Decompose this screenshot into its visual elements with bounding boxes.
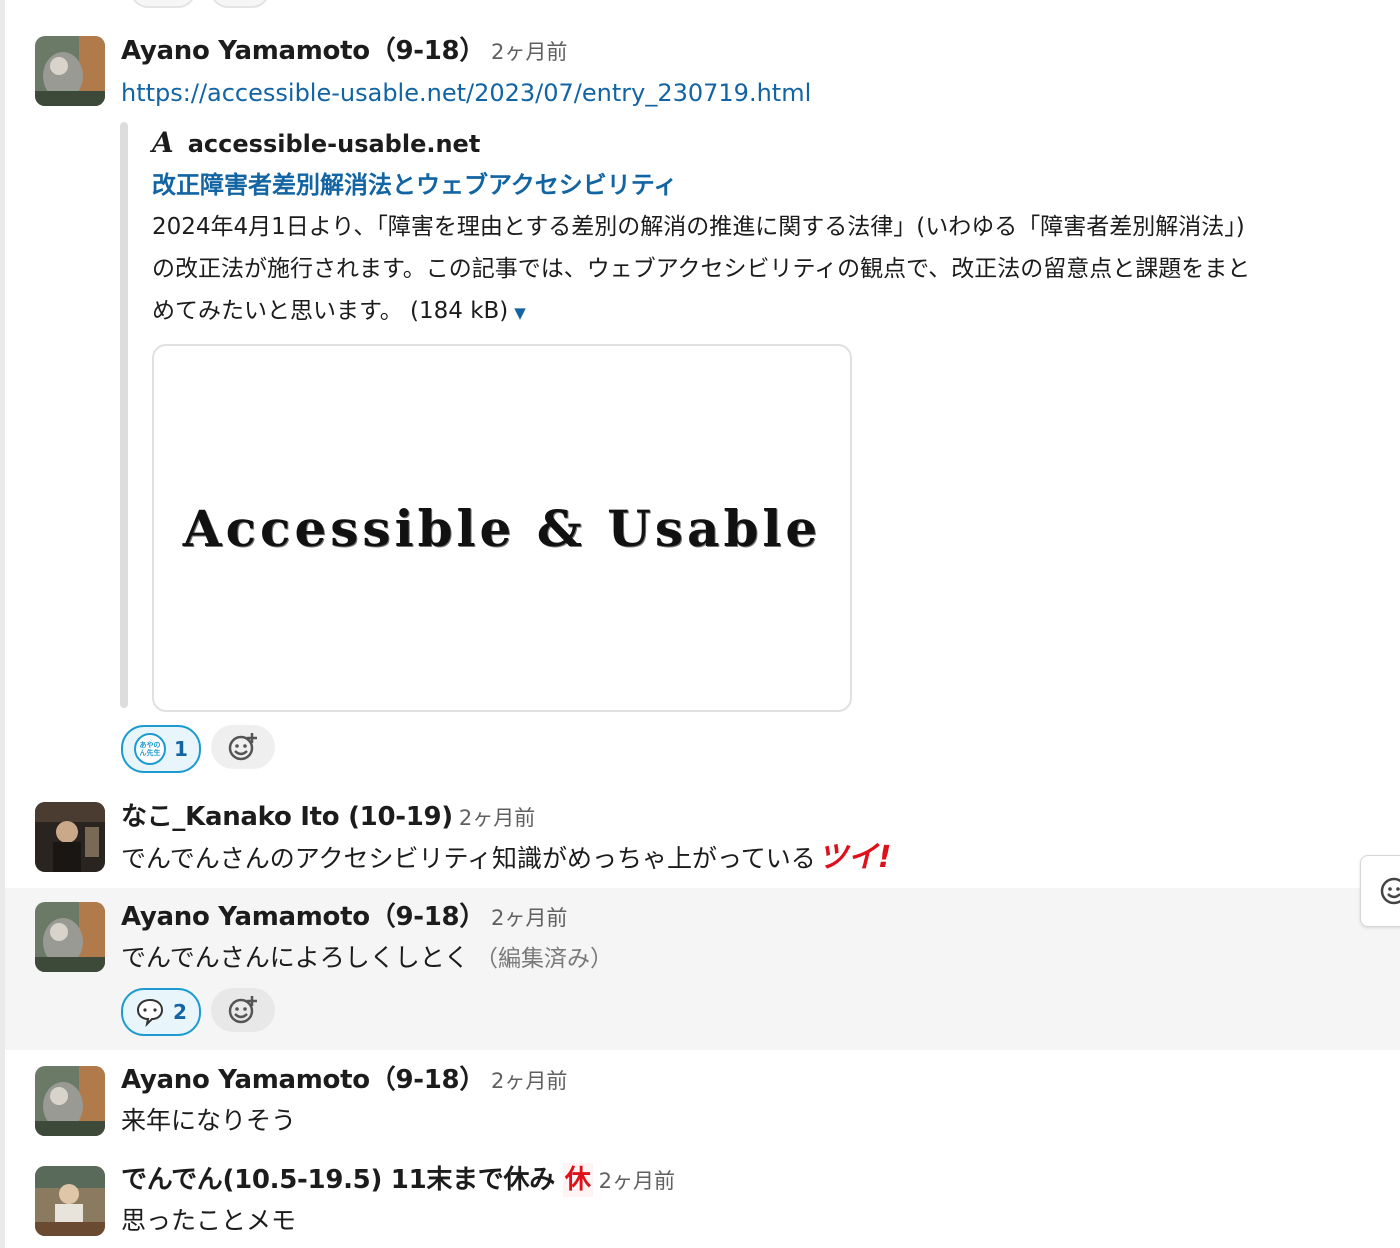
timestamp[interactable]: 2ヶ月前 (491, 1069, 567, 1093)
add-reaction-icon (228, 733, 257, 761)
author-name[interactable]: なこ_Kanako Ito (10-19) 2ヶ月前 (121, 800, 535, 835)
reaction-button[interactable]: あやのん先生 1 (121, 725, 201, 773)
message: Ayano Yamamoto（9-18） 2ヶ月前 でんでんさんによろしくしとく（… (5, 888, 1400, 1050)
reaction-count: 2 (173, 1000, 187, 1024)
previous-reaction[interactable] (130, 0, 196, 8)
unfurl-title[interactable]: 改正障害者差別解消法とウェブアクセシビリティ (152, 168, 677, 202)
timestamp[interactable]: 2ヶ月前 (491, 906, 567, 930)
timestamp[interactable]: 2ヶ月前 (459, 806, 535, 830)
message-text: でんでんさんのアクセシビリティ知識がめっちゃ上がっているツイ! (121, 840, 892, 875)
author-name[interactable]: Ayano Yamamoto（9-18） 2ヶ月前 (121, 34, 567, 69)
site-logo-icon: A (152, 126, 174, 159)
reaction-button[interactable]: 2 (121, 988, 201, 1036)
preview-logo-text: Accessible & Usable (182, 498, 822, 558)
avatar[interactable] (35, 1066, 105, 1136)
author-name[interactable]: でんでん(10.5-19.5) 11末まで休み休 2ヶ月前 (121, 1163, 675, 1198)
emoji-reaction-icon[interactable] (1377, 874, 1400, 908)
avatar[interactable] (35, 802, 105, 872)
file-size: (184 kB) (410, 298, 509, 324)
author-name[interactable]: Ayano Yamamoto（9-18） 2ヶ月前 (121, 1063, 567, 1098)
add-reaction-icon (228, 996, 257, 1024)
message-link[interactable]: https://accessible-usable.net/2023/07/en… (121, 76, 811, 110)
avatar[interactable] (35, 1166, 105, 1236)
custom-emoji-icon: あやのん先生 (134, 733, 167, 765)
unfurl-description: 2024年4月1日より、「障害を理由とする差別の解消の推進に関する法律」(いわゆ… (152, 214, 1251, 324)
avatar[interactable] (35, 36, 105, 106)
previous-add-reaction[interactable] (210, 0, 270, 8)
custom-emoji: ツイ! (817, 840, 892, 875)
edited-label: （編集済み） (475, 946, 614, 972)
unfurl-preview-image[interactable]: Accessible & Usable (152, 344, 852, 712)
message: Ayano Yamamoto（9-18） 2ヶ月前 来年になりそう (5, 1056, 1400, 1152)
timestamp[interactable]: 2ヶ月前 (491, 40, 567, 64)
message: でんでん(10.5-19.5) 11末まで休み休 2ヶ月前 思ったことメモ (5, 1156, 1400, 1248)
message-text: 思ったことメモ (121, 1206, 297, 1235)
reaction-count: 1 (174, 737, 188, 761)
message: Ayano Yamamoto（9-18） 2ヶ月前 https://accessi… (5, 28, 1400, 788)
message-text: 来年になりそう (121, 1106, 297, 1135)
author-name[interactable]: Ayano Yamamoto（9-18） 2ヶ月前 (121, 900, 567, 935)
message-actions-toolbar[interactable] (1360, 855, 1400, 927)
status-emoji: 休 (562, 1163, 593, 1197)
message-text: でんでんさんによろしくしとく （編集済み） (121, 943, 614, 972)
thinking-bubble-icon (137, 998, 164, 1027)
timestamp[interactable]: 2ヶ月前 (599, 1169, 675, 1193)
unfurl-bar (120, 122, 128, 708)
add-reaction-button[interactable] (211, 725, 275, 769)
avatar[interactable] (35, 902, 105, 972)
caret-down-icon[interactable]: ▼ (514, 304, 526, 322)
unfurl-site[interactable]: Aaccessible-usable.net (152, 126, 480, 161)
add-reaction-button[interactable] (211, 988, 275, 1032)
message: なこ_Kanako Ito (10-19) 2ヶ月前 でんでんさんのアクセシビリテ… (5, 794, 1400, 888)
